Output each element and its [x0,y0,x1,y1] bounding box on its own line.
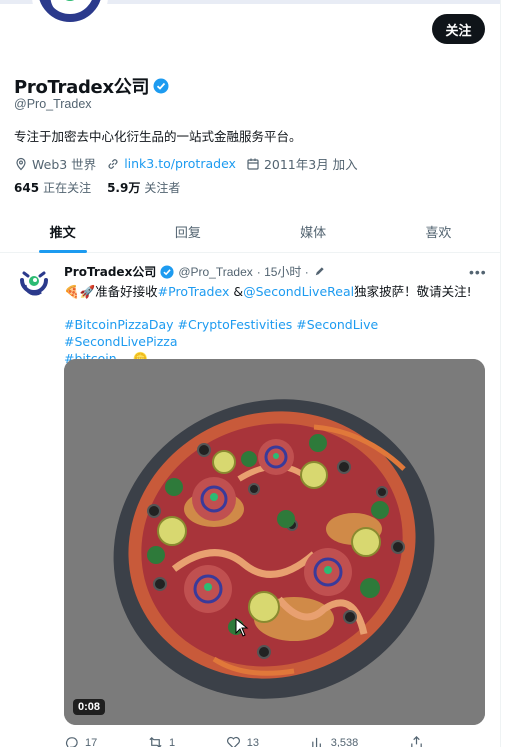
tweet-text-suffix: 独家披萨！敬请关注! [354,284,472,299]
tweet-header: ProTradex公司 @Pro_Tradex · 15小时 · [64,263,326,280]
views-button[interactable]: 3,538 [310,735,359,747]
tweet-time[interactable]: · 15小时 · [257,263,309,280]
video-duration: 0:08 [73,699,106,715]
followers-count: 5.9万 [107,181,141,195]
retweet-button[interactable]: 1 [148,735,175,747]
follow-stats: 645 正在关注 5.9万 关注者 [14,179,196,196]
tweet-author-handle[interactable]: @Pro_Tradex [178,265,252,279]
profile-name: ProTradex公司 [14,77,150,98]
profile-handle: @Pro_Tradex [14,97,92,111]
hashtag-protradex[interactable]: #ProTradex [158,284,230,299]
location-text: Web3 世界 [32,157,97,172]
tweet-emojis: 🍕🚀 [64,284,96,299]
reply-count: 17 [85,736,98,747]
location-item: Web3 世界 [14,154,96,173]
location-icon [16,157,26,170]
following-count: 645 [14,181,40,195]
profile-name-row: ProTradex公司 [14,73,169,99]
retweet-count: 1 [168,736,176,747]
profile-avatar[interactable] [28,0,112,40]
like-button[interactable]: 13 [226,735,259,747]
following-stat[interactable]: 645 正在关注 [14,179,91,196]
link-icon [108,158,118,169]
pizza-illustration [64,359,485,725]
website-item[interactable]: link3.to/protradex [106,156,236,171]
tweet-text-mid: & [229,284,244,299]
hashtags-line-1[interactable]: #BitcoinPizzaDay #CryptoFestivities #Sec… [64,316,489,350]
share-button[interactable] [409,735,424,747]
more-icon[interactable]: ••• [469,264,487,280]
tab-likes[interactable]: 喜欢 [376,211,500,252]
tweet-author-name[interactable]: ProTradex公司 [64,263,156,280]
profile-page: 关注 ProTradex公司 @Pro_Tradex 专注于加密去中心化衍生品的… [0,0,501,747]
views-count: 3,538 [330,736,359,747]
like-count: 13 [246,736,260,747]
joined-text: 2011年3月 加入 [263,157,358,172]
retweet-icon [149,736,162,747]
reply-button[interactable]: 17 [64,735,97,747]
tab-media[interactable]: 媒体 [251,211,376,252]
edit-icon [315,267,324,276]
tweet-text: 🍕🚀准备好接收#ProTradex &@SecondLiveReal独家披萨！敬… [64,283,489,300]
followers-stat[interactable]: 5.9万 关注者 [107,179,180,196]
followers-label: 关注者 [144,181,181,195]
verified-badge-icon [153,78,169,94]
following-label: 正在关注 [43,181,92,195]
calendar-icon [247,158,259,170]
tweet-avatar[interactable] [14,264,54,304]
tab-posts[interactable]: 推文 [0,211,125,253]
website-link[interactable]: link3.to/protradex [124,156,236,171]
tweet-video[interactable]: 0:08 [64,359,485,725]
follow-button[interactable]: 关注 [432,14,485,44]
reply-icon [65,737,78,747]
right-gutter [501,0,513,747]
profile-meta: Web3 世界 link3.to/protradex 2011年3月 加入 [14,154,368,173]
views-icon [311,737,321,747]
tweet-text-prefix: 准备好接收 [95,284,158,299]
like-icon [226,736,240,747]
profile-tabs: 推文 回复 媒体 喜欢 [0,211,500,253]
mention-secondlivereal[interactable]: @SecondLiveReal [243,284,354,299]
profile-bio: 专注于加密去中心化衍生品的一站式金融服务平台。 [14,129,302,144]
tab-replies[interactable]: 回复 [125,211,250,252]
joined-item: 2011年3月 加入 [246,154,358,173]
tweet-actions: 17 1 13 3,538 [64,735,424,747]
share-icon [411,736,422,747]
verified-badge-icon [160,264,174,279]
